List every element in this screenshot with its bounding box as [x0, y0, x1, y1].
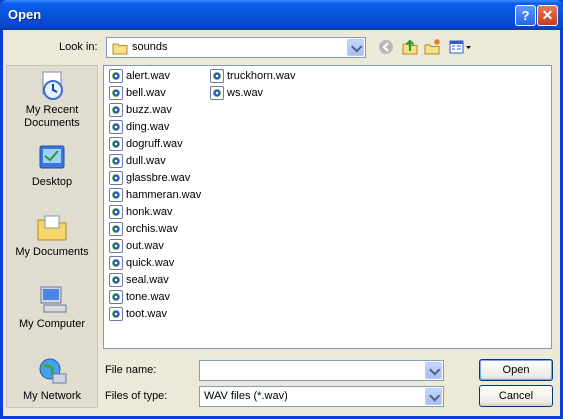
wav-file-icon	[210, 69, 224, 83]
list-item[interactable]: hammeran.wav	[109, 188, 201, 204]
help-button[interactable]: ?	[515, 5, 536, 26]
wav-file-icon	[109, 188, 123, 202]
places-bar: My Recent Documents Desktop My Documents…	[6, 65, 98, 408]
list-item[interactable]: ding.wav	[109, 120, 169, 136]
list-item[interactable]: dogruff.wav	[109, 137, 183, 153]
place-my-network[interactable]: My Network	[7, 356, 97, 403]
wav-file-icon	[109, 222, 123, 236]
list-item[interactable]: glassbre.wav	[109, 171, 190, 187]
files-of-type-dropdown-button[interactable]	[425, 388, 442, 405]
list-item[interactable]: dull.wav	[109, 154, 166, 170]
my-network-icon	[35, 356, 69, 388]
folder-icon	[112, 41, 128, 58]
place-label: My Network	[22, 390, 82, 402]
wav-file-icon	[109, 256, 123, 270]
list-item[interactable]: orchis.wav	[109, 222, 178, 238]
file-list[interactable]: alert.wav bell.wav buzz.wav ding.wav dog…	[103, 65, 552, 349]
list-item[interactable]: ws.wav	[210, 86, 263, 102]
dialog-body: Look in: sounds My Recent Documents Desk…	[3, 30, 560, 416]
wav-file-icon	[109, 205, 123, 219]
open-button[interactable]: Open	[479, 359, 553, 381]
list-item[interactable]: bell.wav	[109, 86, 166, 102]
wav-file-icon	[109, 171, 123, 185]
look-in-value: sounds	[132, 41, 168, 53]
file-name-label: File name:	[105, 364, 157, 376]
place-my-documents[interactable]: My Documents	[7, 212, 97, 259]
list-item[interactable]: tone.wav	[109, 290, 170, 306]
title-bar[interactable]: Open ? ✕	[0, 0, 563, 30]
place-label: My Recent Documents	[24, 104, 80, 129]
look-in-dropdown-button[interactable]	[347, 39, 364, 56]
new-folder-icon[interactable]	[424, 38, 442, 56]
file-name-dropdown-button[interactable]	[425, 362, 442, 379]
wav-file-icon	[109, 120, 123, 134]
files-of-type-value: WAV files (*.wav)	[204, 390, 288, 402]
place-label: My Documents	[15, 246, 89, 258]
place-my-computer[interactable]: My Computer	[7, 284, 97, 331]
list-item[interactable]: truckhorn.wav	[210, 69, 295, 85]
look-in-label: Look in:	[59, 41, 98, 53]
place-label: Desktop	[31, 176, 73, 188]
list-item[interactable]: buzz.wav	[109, 103, 172, 119]
wav-file-icon	[109, 86, 123, 100]
back-icon[interactable]	[377, 38, 395, 56]
wav-file-icon	[109, 137, 123, 151]
place-desktop[interactable]: Desktop	[7, 142, 97, 189]
open-dialog: Open ? ✕ Look in: sounds My Recent Docum…	[0, 0, 563, 419]
look-in-combobox[interactable]: sounds	[106, 37, 366, 58]
list-item[interactable]: toot.wav	[109, 307, 167, 323]
place-my-recent-documents[interactable]: My Recent Documents	[7, 70, 97, 130]
wav-file-icon	[109, 154, 123, 168]
wav-file-icon	[109, 103, 123, 117]
list-item[interactable]: honk.wav	[109, 205, 172, 221]
my-documents-icon	[35, 212, 69, 244]
up-folder-icon[interactable]	[401, 38, 419, 56]
close-button[interactable]: ✕	[537, 5, 558, 26]
desktop-icon	[35, 142, 69, 174]
wav-file-icon	[109, 239, 123, 253]
wav-file-icon	[109, 273, 123, 287]
wav-file-icon	[109, 69, 123, 83]
list-item[interactable]: out.wav	[109, 239, 164, 255]
wav-file-icon	[210, 86, 224, 100]
window-title: Open	[8, 7, 42, 22]
list-item[interactable]: quick.wav	[109, 256, 174, 272]
recent-documents-icon	[35, 70, 69, 102]
file-name-combobox[interactable]	[199, 360, 444, 381]
my-computer-icon	[35, 284, 69, 316]
wav-file-icon	[109, 290, 123, 304]
list-item[interactable]: seal.wav	[109, 273, 169, 289]
views-menu-icon[interactable]	[448, 38, 472, 56]
wav-file-icon	[109, 307, 123, 321]
list-item[interactable]: alert.wav	[109, 69, 170, 85]
cancel-button[interactable]: Cancel	[479, 385, 553, 407]
place-label: My Computer	[18, 318, 86, 330]
files-of-type-label: Files of type:	[105, 390, 168, 402]
files-of-type-combobox[interactable]: WAV files (*.wav)	[199, 386, 444, 407]
